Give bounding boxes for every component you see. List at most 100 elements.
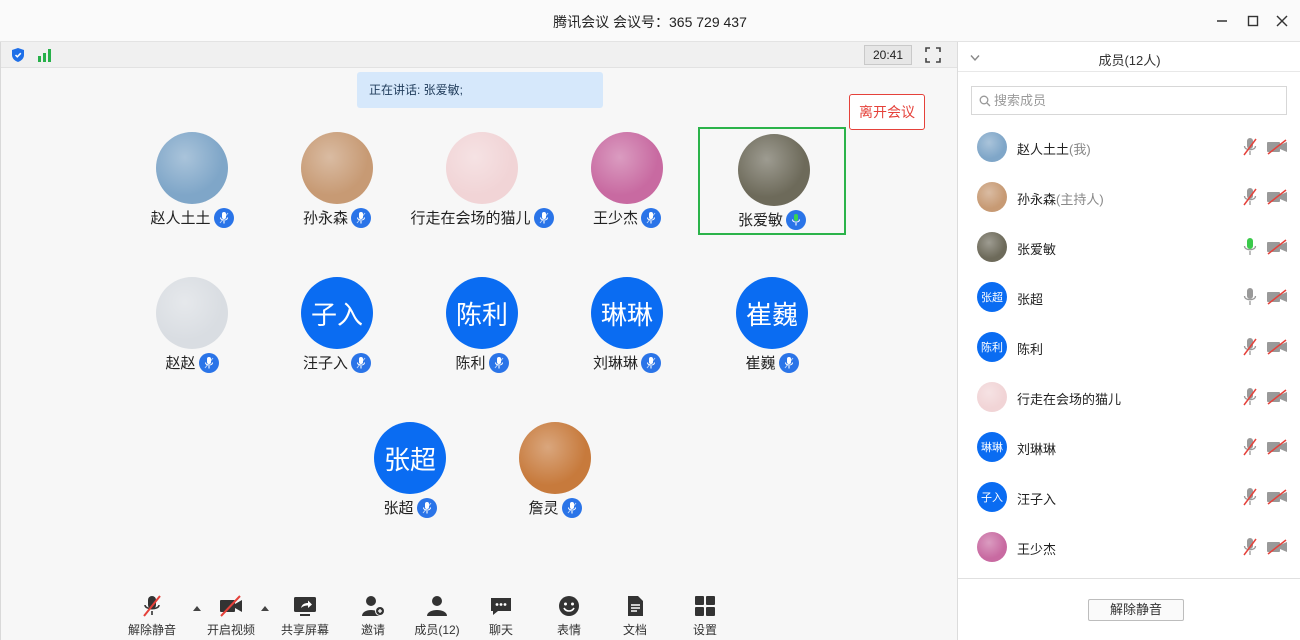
minimize-button[interactable] (1213, 12, 1231, 30)
mic-icon[interactable] (1242, 287, 1258, 307)
member-name: 孙永森 (1017, 192, 1057, 207)
mic-icon (778, 352, 799, 373)
participant-tile[interactable]: 琳琳 刘琳琳 (553, 272, 701, 380)
mic-muted-icon (143, 595, 161, 617)
participant-name: 赵人土土 (150, 210, 211, 227)
mic-muted-icon[interactable] (1242, 487, 1258, 507)
member-name: 刘琳琳 (1017, 442, 1057, 457)
fullscreen-icon[interactable] (925, 47, 941, 68)
camera-off-icon[interactable] (1266, 289, 1288, 305)
participant-tile[interactable]: 赵人土土 (118, 127, 266, 235)
member-row[interactable]: 赵人土土(我) (958, 122, 1300, 172)
settings-button[interactable]: 设置 (675, 594, 735, 638)
camera-off-icon[interactable] (1266, 139, 1288, 155)
maximize-button[interactable] (1244, 12, 1262, 30)
participant-avatar: 琳琳 (591, 277, 663, 349)
mic-muted-icon[interactable] (1242, 137, 1258, 157)
participant-tile[interactable]: 詹灵 (481, 417, 629, 525)
participant-avatar: 崔巍 (736, 277, 808, 349)
mic-icon (213, 207, 234, 228)
mic-icon (351, 207, 371, 228)
mic-speaking-icon[interactable] (1242, 237, 1258, 257)
participant-tile[interactable]: 崔巍 崔巍 (698, 272, 846, 380)
member-row[interactable]: 子入 汪子入 (958, 472, 1300, 522)
speaking-indicator: 正在讲话: 张爱敏; (357, 72, 603, 108)
participant-name: 陈利 (455, 355, 486, 372)
signal-strength-icon[interactable] (37, 48, 53, 67)
participant-tile[interactable]: 行走在会场的猫儿 (408, 127, 556, 235)
unmute-button[interactable]: 解除静音 (122, 594, 182, 638)
participant-tile[interactable]: 张超 张超 (336, 417, 484, 525)
camera-off-icon[interactable] (1266, 239, 1288, 255)
participant-avatar (446, 132, 518, 204)
video-options-caret-icon[interactable] (260, 604, 270, 614)
member-row[interactable]: 张爱敏 (958, 222, 1300, 272)
member-row[interactable]: 琳琳 刘琳琳 (958, 422, 1300, 472)
members-button[interactable]: 成员(12) (407, 594, 467, 638)
participant-avatar (301, 132, 373, 204)
camera-off-icon[interactable] (1266, 489, 1288, 505)
start-video-button[interactable]: 开启视频 (201, 594, 261, 638)
participant-name: 张爱敏 (737, 212, 783, 229)
member-row[interactable]: 行走在会场的猫儿 (958, 372, 1300, 422)
invite-button[interactable]: 邀请 (343, 594, 403, 638)
participant-tile[interactable]: 孙永森 (263, 127, 411, 235)
participant-tile[interactable]: 子入 汪子入 (263, 272, 411, 380)
unmute-all-button[interactable]: 解除静音 (1088, 599, 1184, 621)
mic-muted-icon[interactable] (1242, 387, 1258, 407)
add-user-icon (362, 596, 385, 616)
participant-name-row: 汪子入 (263, 352, 411, 373)
leave-meeting-button[interactable]: 离开会议 (849, 94, 925, 130)
mic-muted-icon[interactable] (1242, 537, 1258, 557)
participant-tile[interactable]: 张爱敏 (698, 127, 846, 235)
member-name: 行走在会场的猫儿 (1017, 392, 1122, 407)
close-button[interactable] (1273, 12, 1291, 30)
member-name: 赵人土土 (1017, 142, 1070, 157)
mic-muted-icon[interactable] (1242, 337, 1258, 357)
member-search-input[interactable] (994, 91, 1274, 110)
member-row[interactable]: 孙永森(主持人) (958, 172, 1300, 222)
participant-avatar (591, 132, 663, 204)
documents-button[interactable]: 文档 (605, 594, 665, 638)
member-name-row: 刘琳琳 (1017, 439, 1056, 458)
member-name: 张爱敏 (1017, 242, 1057, 257)
member-name: 王少杰 (1017, 542, 1057, 557)
mic-icon (416, 497, 437, 518)
member-name-row: 王少杰 (1017, 539, 1056, 558)
participant-tile[interactable]: 陈利 陈利 (408, 272, 556, 380)
mic-muted-icon[interactable] (1242, 437, 1258, 457)
member-name-row: 赵人土土(我) (1017, 139, 1091, 158)
participant-name-row: 陈利 (408, 352, 556, 373)
participant-name-row: 行走在会场的猫儿 (408, 207, 556, 228)
participant-name-row: 赵赵 (118, 352, 266, 373)
participant-tile[interactable]: 王少杰 (553, 127, 701, 235)
member-name-row: 张爱敏 (1017, 239, 1056, 258)
camera-off-icon[interactable] (1266, 189, 1288, 205)
camera-off-icon[interactable] (1266, 339, 1288, 355)
participant-name: 汪子入 (302, 355, 348, 372)
mic-icon (351, 352, 371, 373)
member-row[interactable]: 陈利 陈利 (958, 322, 1300, 372)
security-shield-icon[interactable] (10, 47, 26, 68)
member-name: 汪子入 (1017, 492, 1057, 507)
member-avatar (977, 382, 1007, 412)
share-screen-button[interactable]: 共享屏幕 (275, 594, 335, 638)
mic-speaking-icon (786, 209, 806, 230)
member-avatar: 琳琳 (977, 432, 1007, 462)
camera-off-icon[interactable] (1266, 539, 1288, 555)
member-name: 张超 (1017, 292, 1044, 307)
chat-button[interactable]: 聊天 (471, 594, 531, 638)
member-row[interactable]: 张超 张超 (958, 272, 1300, 322)
camera-off-icon[interactable] (1266, 389, 1288, 405)
participant-avatar: 张超 (374, 422, 446, 494)
members-panel: 成员(12人) 赵人土土(我) 孙永森(主持人) 张爱敏张超张超陈利陈利行走在会场的… (957, 42, 1300, 640)
mic-muted-icon[interactable] (1242, 187, 1258, 207)
emoji-button[interactable]: 表情 (539, 594, 599, 638)
camera-off-icon[interactable] (1266, 439, 1288, 455)
participant-avatar (738, 134, 810, 206)
meeting-timer: 20:41 (864, 45, 912, 65)
participant-name-row: 刘琳琳 (553, 352, 701, 373)
participant-tile[interactable]: 赵赵 (118, 272, 266, 380)
participant-name-row: 崔巍 (698, 352, 846, 373)
member-row[interactable]: 王少杰 (958, 522, 1300, 572)
